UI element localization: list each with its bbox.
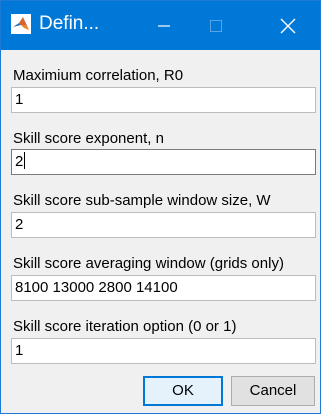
subsample-window-input[interactable]: 2 — [11, 212, 316, 238]
field-label-averaging-window: Skill score averaging window (grids only… — [13, 255, 284, 272]
text-caret — [24, 152, 26, 169]
field-label-iteration-option: Skill score iteration option (0 or 1) — [13, 318, 237, 335]
skill-exponent-input[interactable]: 2 — [11, 149, 316, 175]
title-bar[interactable]: Defin... — [1, 1, 320, 50]
field-label-subsample-window: Skill score sub-sample window size, W — [13, 192, 271, 209]
dialog-content: Maximium correlation, R0 1 Skill score e… — [1, 50, 320, 413]
cancel-button[interactable]: Cancel — [231, 376, 315, 406]
maximize-icon[interactable] — [193, 1, 239, 50]
window-title: Defin... — [39, 13, 100, 34]
averaging-window-input[interactable]: 8100 13000 2800 14100 — [11, 275, 316, 301]
max-correlation-input[interactable]: 1 — [11, 87, 316, 113]
minimize-icon[interactable] — [141, 1, 187, 50]
close-icon[interactable] — [265, 1, 311, 50]
input-dialog-window: Defin... Maximium correlation, R0 1 Skil… — [0, 0, 321, 414]
iteration-option-input[interactable]: 1 — [11, 338, 316, 364]
field-label-skill-exponent: Skill score exponent, n — [13, 130, 164, 147]
matlab-icon — [11, 14, 31, 34]
field-label-max-correlation: Maximium correlation, R0 — [13, 67, 184, 84]
ok-button[interactable]: OK — [143, 376, 223, 406]
